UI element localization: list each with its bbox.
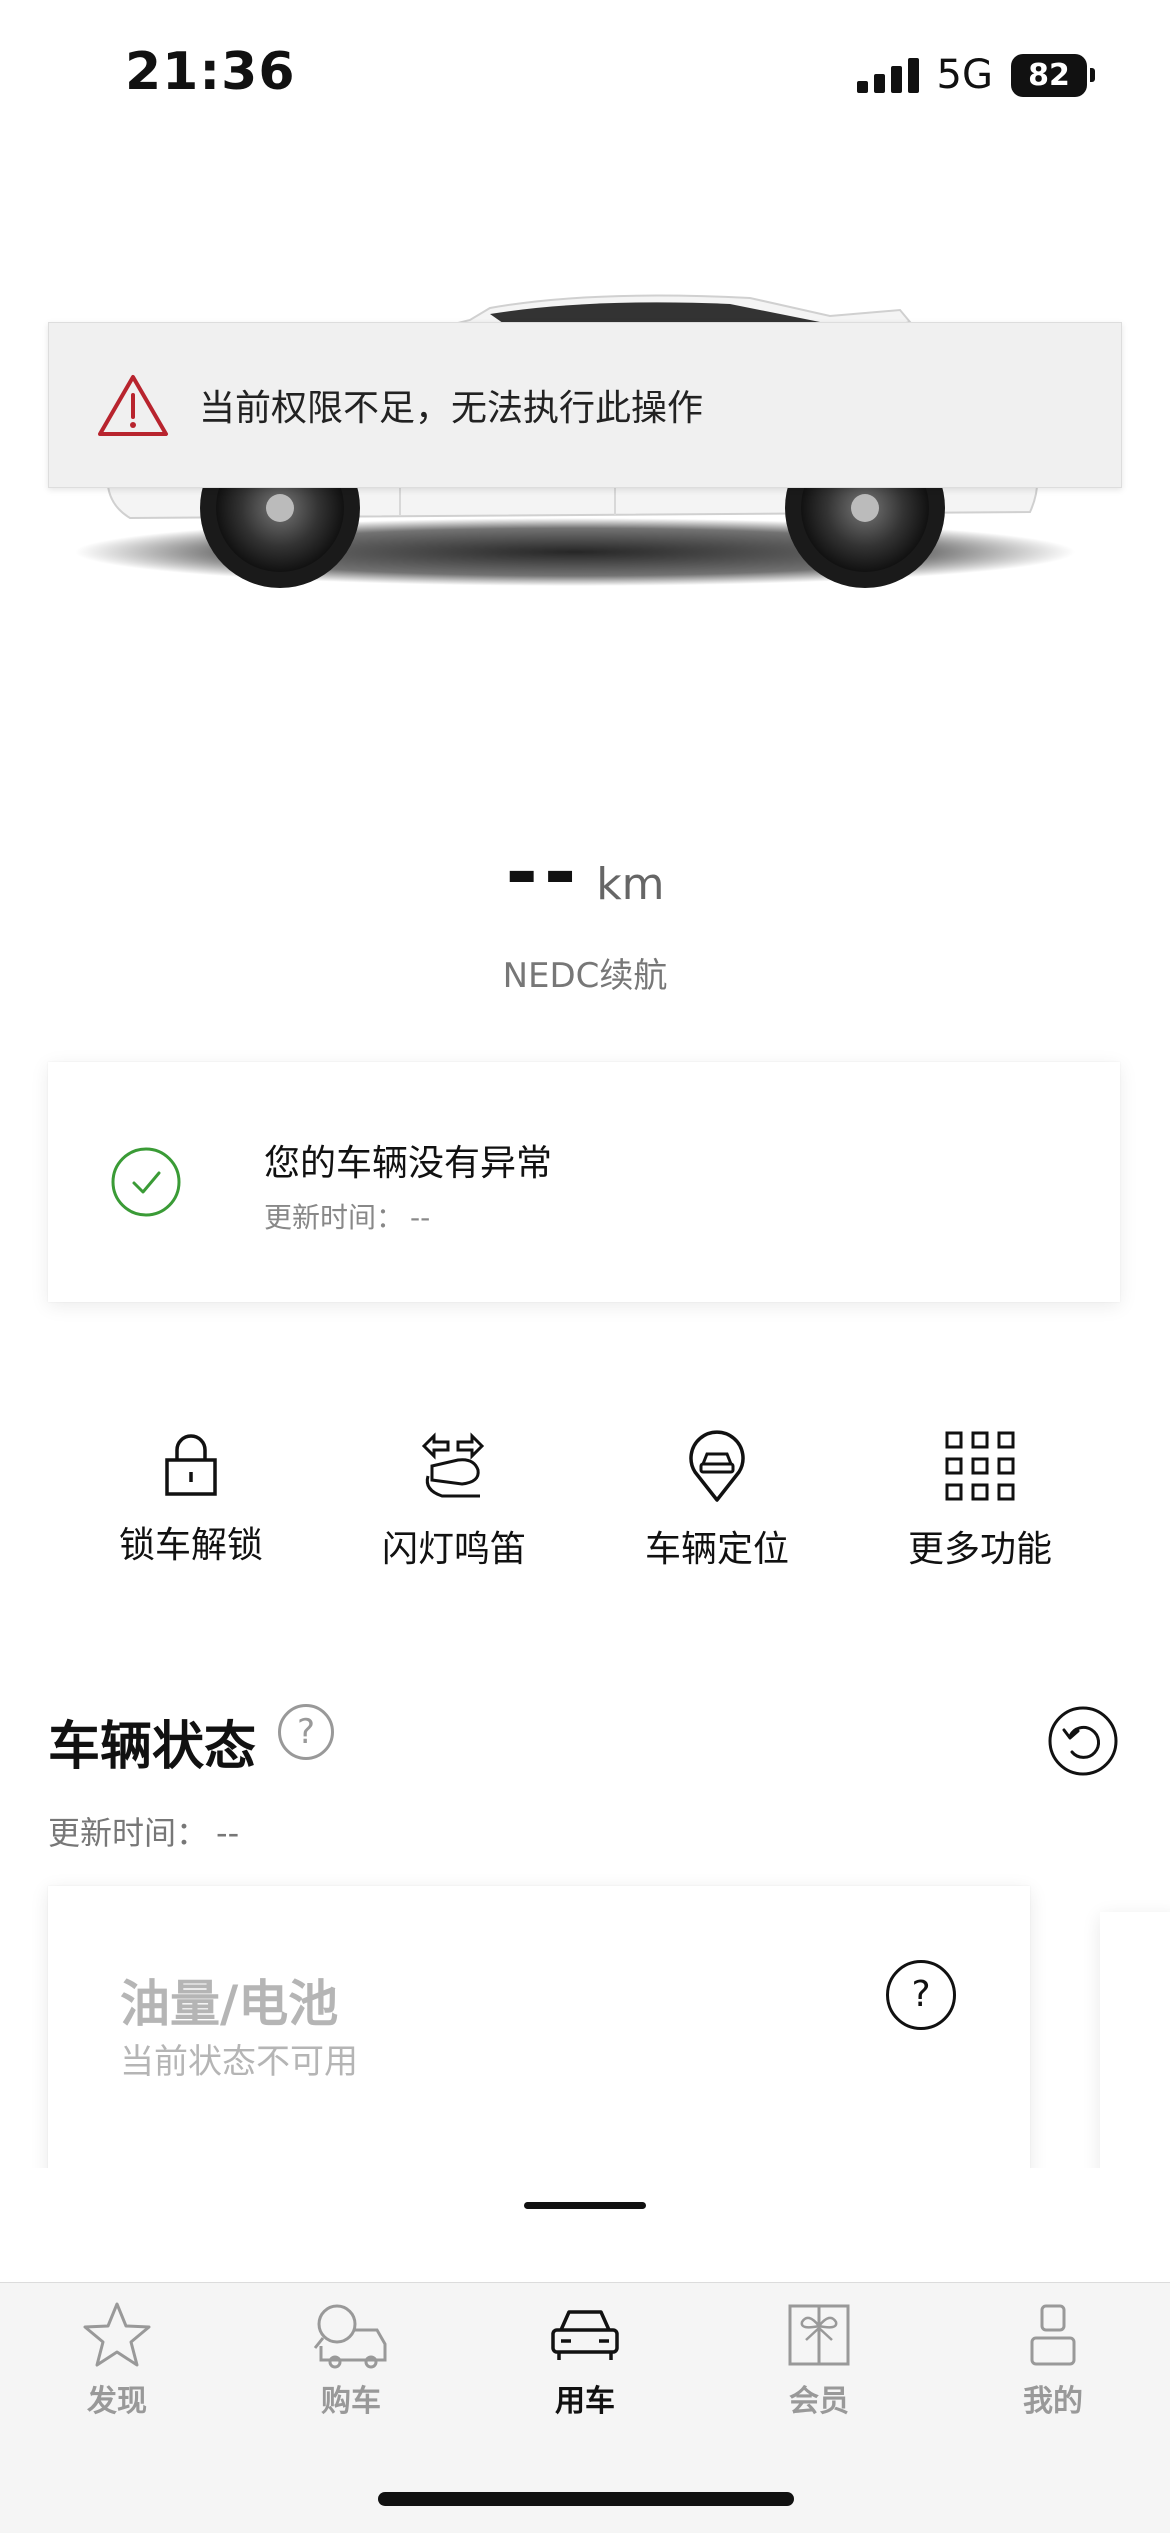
permission-toast: 当前权限不足，无法执行此操作 — [48, 322, 1122, 488]
help-icon[interactable]: ? — [278, 1704, 334, 1760]
range-label: NEDC续航 — [502, 956, 668, 996]
person-icon — [1030, 2304, 1076, 2366]
status-indicators: 5G 82 — [856, 52, 1095, 98]
tab-label: 用车 — [555, 2384, 615, 2419]
bottom-sheet — [0, 2168, 1170, 2282]
vehicle-health-card[interactable]: 您的车辆没有异常 更新时间： -- — [48, 1062, 1120, 1302]
action-label: 锁车解锁 — [118, 1525, 263, 1566]
next-status-card[interactable] — [1100, 1912, 1170, 2192]
toast-message: 当前权限不足，无法执行此操作 — [199, 388, 704, 429]
refresh-icon[interactable] — [1048, 1706, 1118, 1776]
health-title: 您的车辆没有异常 — [264, 1143, 553, 1184]
tab-discover[interactable]: 发现 — [0, 2300, 234, 2420]
sheet-handle[interactable] — [524, 2202, 646, 2209]
card-title: 油量/电池 — [120, 1975, 339, 2033]
action-label: 闪灯鸣笛 — [381, 1529, 526, 1570]
cellular-signal-icon — [856, 57, 919, 93]
car-search-icon — [313, 2304, 387, 2369]
tab-buy-car[interactable]: 购车 — [234, 2300, 468, 2420]
grid-icon — [945, 1431, 1015, 1501]
status-time: 21:36 — [125, 42, 296, 102]
vehicle-location-button[interactable]: 车辆定位 — [617, 1430, 817, 1572]
car-location-icon — [689, 1430, 745, 1502]
vehicle-status-title: 车辆状态 — [48, 1717, 257, 1777]
battery-icon: 82 — [1011, 53, 1095, 97]
battery-level: 82 — [1011, 53, 1087, 97]
flash-horn-button[interactable]: 闪灯鸣笛 — [354, 1430, 554, 1572]
home-indicator — [378, 2492, 794, 2506]
tab-profile[interactable]: 我的 — [936, 2300, 1170, 2420]
network-type: 5G — [936, 52, 993, 98]
more-functions-button[interactable]: 更多功能 — [880, 1430, 1080, 1572]
tab-use-car[interactable]: 用车 — [468, 2300, 702, 2420]
tab-label: 我的 — [1023, 2384, 1083, 2419]
health-update-time: 更新时间： -- — [264, 1201, 431, 1234]
tab-label: 发现 — [87, 2384, 147, 2419]
horn-light-icon — [421, 1432, 485, 1498]
range-display: -- km — [0, 828, 1170, 918]
action-label: 更多功能 — [907, 1529, 1052, 1570]
gift-icon — [788, 2304, 850, 2366]
tab-label: 购车 — [321, 2384, 381, 2419]
range-value: -- — [505, 828, 583, 918]
vehicle-status-update-time: 更新时间： -- — [48, 1814, 240, 1852]
card-subtitle: 当前状态不可用 — [120, 2042, 358, 2082]
lock-icon — [165, 1434, 217, 1496]
action-label: 车辆定位 — [644, 1529, 789, 1570]
star-icon — [83, 2302, 151, 2367]
car-icon — [551, 2310, 619, 2360]
check-circle-icon — [111, 1147, 181, 1217]
warning-icon — [98, 375, 168, 436]
tab-label: 会员 — [789, 2384, 849, 2419]
tab-membership[interactable]: 会员 — [702, 2300, 936, 2420]
lock-unlock-button[interactable]: 锁车解锁 — [91, 1430, 291, 1568]
range-unit: km — [596, 859, 665, 910]
help-icon[interactable]: ? — [886, 1960, 956, 2030]
fuel-battery-card[interactable]: 油量/电池 当前状态不可用 ? — [48, 1886, 1030, 2186]
